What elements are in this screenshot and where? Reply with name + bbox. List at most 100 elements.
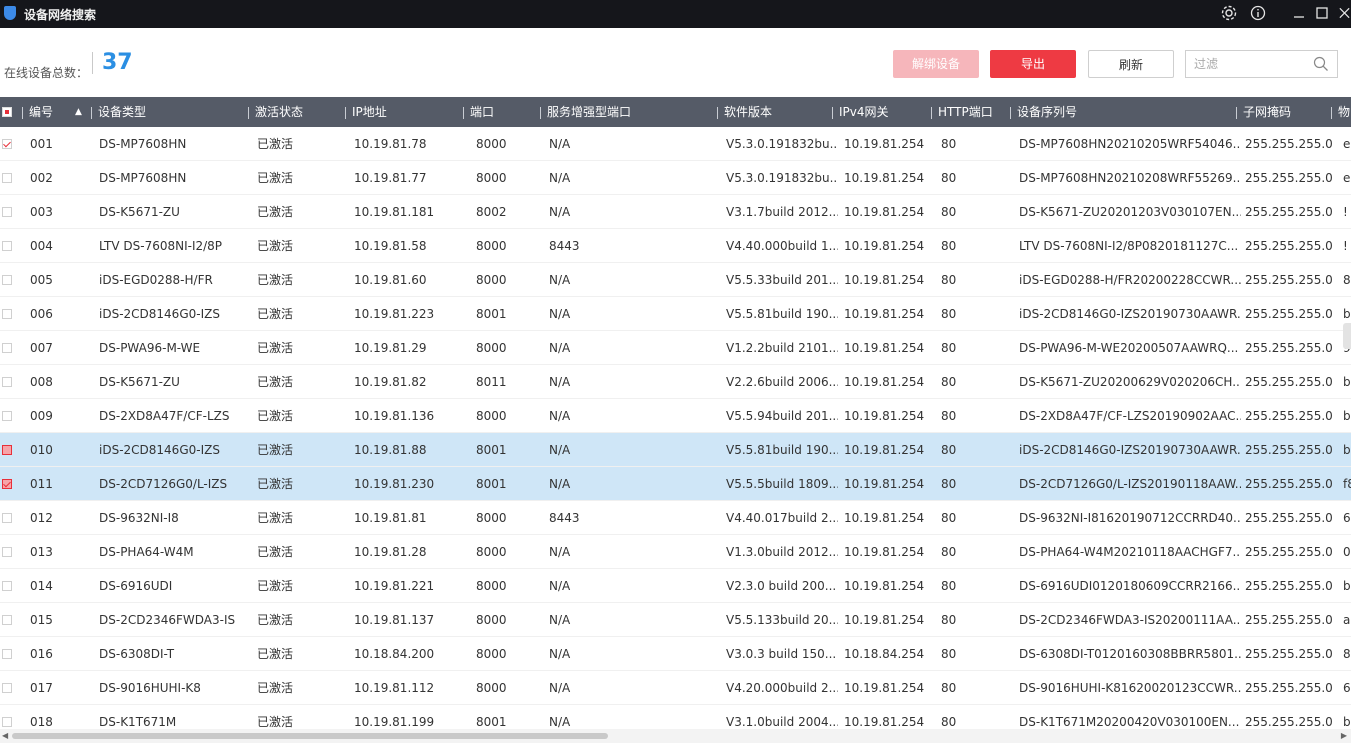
column-header-enhanced-port[interactable]: 服务增强型端口 xyxy=(540,97,631,127)
cell-serial-number: DS-PWA96-M-WE20200507AAWRQ... xyxy=(1019,341,1239,355)
cell-physical-address: b xyxy=(1343,375,1351,389)
cell-id: 013 xyxy=(30,545,53,559)
cell-physical-address: b xyxy=(1343,409,1351,423)
cell-device-type: DS-PWA96-M-WE xyxy=(99,341,201,355)
table-row[interactable]: 013 DS-PHA64-W4M 已激活 10.19.81.28 8000 N/A V1.3… xyxy=(0,535,1351,569)
column-header-activation-status[interactable]: 激活状态 xyxy=(248,97,303,127)
column-header-id[interactable]: 编号 xyxy=(22,97,53,127)
column-header-serial-number[interactable]: 设备序列号 xyxy=(1010,97,1077,127)
select-all-checkbox[interactable] xyxy=(2,107,12,117)
cell-activation-status: 已激活 xyxy=(257,715,294,729)
row-checkbox[interactable] xyxy=(2,241,12,251)
window-title: 设备网络搜索 xyxy=(24,8,97,22)
cell-serial-number: DS-K5671-ZU20201203V030107EN... xyxy=(1019,205,1241,219)
row-checkbox[interactable] xyxy=(2,581,12,591)
row-checkbox[interactable] xyxy=(2,717,12,727)
app-logo-icon xyxy=(4,6,16,20)
cell-physical-address: 8 xyxy=(1343,647,1351,661)
table-row[interactable]: 017 DS-9016HUHI-K8 已激活 10.19.81.112 8000 N/A V… xyxy=(0,671,1351,705)
row-checkbox[interactable] xyxy=(2,513,12,523)
cell-ipv4-gateway: 10.19.81.254 xyxy=(844,579,925,593)
cell-serial-number: DS-MP7608HN20210205WRF54046... xyxy=(1019,137,1241,151)
row-checkbox[interactable] xyxy=(2,411,12,421)
device-table: 编号 ▲ 设备类型 激活状态 IP地址 端口 服务增强型端口 软件版本 IPv4… xyxy=(0,97,1351,729)
scroll-right-icon[interactable]: ▶ xyxy=(1341,729,1347,743)
cell-id: 018 xyxy=(30,715,53,729)
cell-software-version: V5.3.0.191832bu... xyxy=(726,137,838,151)
row-checkbox[interactable] xyxy=(2,309,12,319)
cell-activation-status: 已激活 xyxy=(257,647,294,661)
cell-subnet-mask: 255.255.255.0 xyxy=(1245,477,1333,491)
side-collapse-handle[interactable] xyxy=(1343,323,1351,349)
filter-input[interactable] xyxy=(1186,51,1314,77)
table-row[interactable]: 006 iDS-2CD8146G0-IZS 已激活 10.19.81.223 8001 N… xyxy=(0,297,1351,331)
table-row[interactable]: 001 DS-MP7608HN 已激活 10.19.81.78 8000 N/A V5.3.… xyxy=(0,127,1351,161)
row-checkbox[interactable] xyxy=(2,547,12,557)
column-header-port[interactable]: 端口 xyxy=(463,97,494,127)
cell-enhanced-port: N/A xyxy=(549,647,571,661)
close-icon[interactable] xyxy=(1338,2,1351,24)
cell-enhanced-port: N/A xyxy=(549,273,571,287)
cell-port: 8000 xyxy=(476,239,507,253)
cell-ipv4-gateway: 10.19.81.254 xyxy=(844,273,925,287)
table-row[interactable]: 008 DS-K5671-ZU 已激活 10.19.81.82 8011 N/A V2.2.… xyxy=(0,365,1351,399)
cell-http-port: 80 xyxy=(941,409,957,423)
maximize-icon[interactable] xyxy=(1312,2,1332,24)
table-row[interactable]: 018 DS-K1T671M 已激活 10.19.81.199 8001 N/A V3.1.… xyxy=(0,705,1351,729)
info-icon[interactable] xyxy=(1248,2,1268,24)
export-button[interactable]: 导出 xyxy=(990,50,1076,78)
cell-device-type: iDS-EGD0288-H/FR xyxy=(99,273,213,287)
column-header-http-port[interactable]: HTTP端口 xyxy=(931,97,993,127)
cell-enhanced-port: N/A xyxy=(549,477,571,491)
table-row[interactable]: 005 iDS-EGD0288-H/FR 已激活 10.19.81.60 8000 N/A… xyxy=(0,263,1351,297)
table-row[interactable]: 004 LTV DS-7608NI-I2/8P 已激活 10.19.81.58 8000… xyxy=(0,229,1351,263)
cell-http-port: 80 xyxy=(941,477,957,491)
row-checkbox[interactable] xyxy=(2,343,12,353)
table-row[interactable]: 009 DS-2XD8A47F/CF-LZS 已激活 10.19.81.136 8000… xyxy=(0,399,1351,433)
refresh-button[interactable]: 刷新 xyxy=(1088,50,1174,78)
column-header-physical-address[interactable]: 物 xyxy=(1331,97,1350,127)
column-header-ipv4-gateway[interactable]: IPv4网关 xyxy=(832,97,889,127)
cell-enhanced-port: N/A xyxy=(549,681,571,695)
row-checkbox[interactable] xyxy=(2,479,12,489)
table-row[interactable]: 011 DS-2CD7126G0/L-IZS 已激活 10.19.81.230 8001… xyxy=(0,467,1351,501)
table-row[interactable]: 010 iDS-2CD8146G0-IZS 已激活 10.19.81.88 8001 N/… xyxy=(0,433,1351,467)
cell-software-version: V5.5.94build 201... xyxy=(726,409,838,423)
cell-ipv4-gateway: 10.19.81.254 xyxy=(844,477,925,491)
cell-port: 8000 xyxy=(476,647,507,661)
row-checkbox[interactable] xyxy=(2,445,12,455)
row-checkbox[interactable] xyxy=(2,173,12,183)
row-checkbox[interactable] xyxy=(2,615,12,625)
cell-physical-address: e xyxy=(1343,137,1351,151)
sort-ascending-icon[interactable]: ▲ xyxy=(75,97,82,127)
row-checkbox[interactable] xyxy=(2,683,12,693)
table-row[interactable]: 016 DS-6308DI-T 已激活 10.18.84.200 8000 N/A V3.0… xyxy=(0,637,1351,671)
row-checkbox[interactable] xyxy=(2,377,12,387)
table-row[interactable]: 003 DS-K5671-ZU 已激活 10.19.81.181 8002 N/A V3.1… xyxy=(0,195,1351,229)
row-checkbox[interactable] xyxy=(2,275,12,285)
cell-id: 007 xyxy=(30,341,53,355)
horizontal-scrollbar[interactable]: ◀ ▶ xyxy=(0,729,1351,743)
table-row[interactable]: 012 DS-9632NI-I8 已激活 10.19.81.81 8000 8443 V4.… xyxy=(0,501,1351,535)
table-row[interactable]: 002 DS-MP7608HN 已激活 10.19.81.77 8000 N/A V5.3.… xyxy=(0,161,1351,195)
column-header-subnet-mask[interactable]: 子网掩码 xyxy=(1236,97,1291,127)
scrollbar-thumb[interactable] xyxy=(12,733,608,739)
cell-ipv4-gateway: 10.19.81.254 xyxy=(844,681,925,695)
unbind-device-button[interactable]: 解绑设备 xyxy=(893,50,979,78)
column-header-software-version[interactable]: 软件版本 xyxy=(717,97,772,127)
column-header-ip[interactable]: IP地址 xyxy=(345,97,387,127)
table-row[interactable]: 015 DS-2CD2346FWDA3-IS 已激活 10.19.81.137 8000… xyxy=(0,603,1351,637)
cell-port: 8000 xyxy=(476,341,507,355)
cell-ip: 10.19.81.77 xyxy=(354,171,427,185)
settings-icon[interactable] xyxy=(1218,2,1240,24)
table-row[interactable]: 014 DS-6916UDI 已激活 10.19.81.221 8000 N/A V2.3.… xyxy=(0,569,1351,603)
table-row[interactable]: 007 DS-PWA96-M-WE 已激活 10.19.81.29 8000 N/A V1.… xyxy=(0,331,1351,365)
cell-subnet-mask: 255.255.255.0 xyxy=(1245,715,1333,729)
row-checkbox[interactable] xyxy=(2,649,12,659)
row-checkbox[interactable] xyxy=(2,139,12,149)
minimize-icon[interactable] xyxy=(1290,2,1308,24)
search-icon[interactable] xyxy=(1313,56,1329,72)
row-checkbox[interactable] xyxy=(2,207,12,217)
column-header-device-type[interactable]: 设备类型 xyxy=(91,97,146,127)
scroll-left-icon[interactable]: ◀ xyxy=(2,729,8,743)
